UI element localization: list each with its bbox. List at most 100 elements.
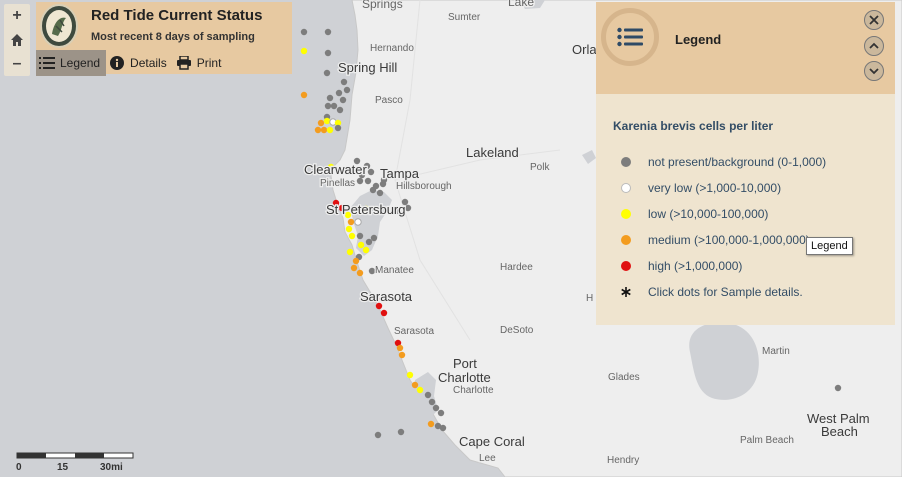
sample-dot[interactable]	[376, 189, 384, 197]
sample-dot[interactable]	[354, 218, 362, 226]
sample-dot[interactable]	[374, 431, 382, 439]
legend-title: Legend	[675, 32, 722, 47]
sample-dot[interactable]	[365, 238, 373, 246]
legend-panel: Legend Karenia brevis cells per liter no…	[596, 2, 895, 325]
place-label: Glades	[608, 372, 640, 383]
scale-label-0: 0	[16, 462, 22, 473]
legend-note-label: Click dots for Sample details.	[648, 285, 803, 299]
sample-dot[interactable]	[380, 309, 388, 317]
tab-legend-label: Legend	[60, 56, 101, 70]
close-button[interactable]	[864, 10, 884, 30]
place-label: Sarasota	[394, 326, 434, 337]
collapse-up-button[interactable]	[864, 36, 884, 56]
legend-list-icon	[601, 8, 659, 66]
sample-dot[interactable]	[424, 391, 432, 399]
sample-dot[interactable]	[326, 94, 334, 102]
sample-dot[interactable]	[300, 91, 308, 99]
sample-dot[interactable]	[336, 106, 344, 114]
sample-dot[interactable]	[396, 344, 404, 352]
sample-dot[interactable]	[323, 117, 331, 125]
sample-dot[interactable]	[356, 177, 364, 185]
sample-dot[interactable]	[367, 168, 375, 176]
sample-dot[interactable]	[404, 204, 412, 212]
sample-dot[interactable]	[317, 119, 325, 127]
sample-dot[interactable]	[411, 381, 419, 389]
sample-dot[interactable]	[369, 186, 377, 194]
printer-icon	[176, 55, 192, 71]
sample-dot[interactable]	[348, 232, 356, 240]
sample-dot[interactable]	[335, 89, 343, 97]
sample-dot[interactable]	[432, 404, 440, 412]
sample-dot[interactable]	[398, 351, 406, 359]
place-label: H	[586, 293, 593, 304]
sample-dot[interactable]	[397, 428, 405, 436]
sample-dot[interactable]	[347, 218, 355, 226]
sample-dot[interactable]	[350, 264, 358, 272]
close-icon	[869, 15, 879, 25]
legend-dot	[621, 183, 631, 193]
tab-print-label: Print	[196, 56, 222, 70]
sample-dot[interactable]	[364, 177, 372, 185]
home-icon	[11, 34, 23, 46]
legend-item-label: low (>10,000-100,000)	[648, 207, 769, 221]
sample-dot[interactable]	[314, 126, 322, 134]
place-label: Palm Beach	[740, 435, 794, 446]
place-label: Orla	[572, 42, 597, 57]
sample-dot[interactable]	[300, 47, 308, 55]
sample-dot[interactable]	[345, 225, 353, 233]
sample-dot[interactable]	[343, 86, 351, 94]
place-label: Martin	[762, 346, 790, 357]
sample-dot[interactable]	[324, 102, 332, 110]
sample-dot[interactable]	[300, 28, 308, 36]
sample-dot[interactable]	[439, 424, 447, 432]
sample-dot[interactable]	[406, 371, 414, 379]
tab-print[interactable]: Print	[173, 50, 228, 76]
place-label: Manatee	[375, 265, 414, 276]
place-label: Lee	[479, 453, 496, 464]
sample-dot[interactable]	[362, 246, 370, 254]
scale-label-30mi: 30mi	[100, 462, 123, 473]
zoom-out-button[interactable]: –	[4, 52, 30, 76]
sample-dot[interactable]	[346, 248, 354, 256]
header-panel: Red Tide Current Status Most recent 8 da…	[36, 2, 292, 76]
sample-dot[interactable]	[834, 384, 842, 392]
sample-dot[interactable]	[323, 69, 331, 77]
place-label: Polk	[530, 162, 550, 173]
zoom-in-button[interactable]: +	[4, 4, 30, 28]
sample-dot[interactable]	[340, 78, 348, 86]
place-label: St Petersburg	[326, 202, 406, 217]
sample-dot[interactable]	[427, 420, 435, 428]
scale-bar: 0 15 30mi	[14, 451, 134, 475]
sample-dot[interactable]	[416, 386, 424, 394]
agency-seal-logo	[40, 4, 78, 48]
place-label: Port	[453, 356, 477, 371]
sample-dot[interactable]	[324, 28, 332, 36]
sample-dot[interactable]	[339, 96, 347, 104]
asterisk-icon	[621, 287, 631, 297]
tab-details[interactable]: Details	[106, 50, 173, 76]
sample-dot[interactable]	[437, 409, 445, 417]
sample-dot[interactable]	[370, 234, 378, 242]
sample-dot[interactable]	[324, 49, 332, 57]
legend-species-label: Karenia brevis cells per liter	[613, 119, 774, 133]
sample-dot[interactable]	[326, 126, 334, 134]
expand-down-button[interactable]	[864, 61, 884, 81]
sample-dot[interactable]	[352, 257, 360, 265]
tab-details-label: Details	[130, 56, 167, 70]
legend-dot	[621, 209, 631, 219]
sample-dot[interactable]	[428, 398, 436, 406]
home-button[interactable]	[4, 28, 30, 52]
list-icon	[39, 55, 55, 71]
tab-legend[interactable]: Legend	[36, 50, 107, 76]
place-label: Lakeland	[466, 145, 519, 160]
sample-dot[interactable]	[330, 102, 338, 110]
legend-item: high (>1,000,000)	[621, 258, 742, 274]
sample-dot[interactable]	[334, 124, 342, 132]
sample-dot[interactable]	[356, 232, 364, 240]
place-label: Hardee	[500, 262, 533, 273]
legend-item-label: not present/background (0-1,000)	[648, 155, 827, 169]
sample-dot[interactable]	[356, 269, 364, 277]
sample-dot[interactable]	[357, 241, 365, 249]
sample-dot[interactable]	[320, 126, 328, 134]
place-label: Spring Hill	[338, 60, 397, 75]
